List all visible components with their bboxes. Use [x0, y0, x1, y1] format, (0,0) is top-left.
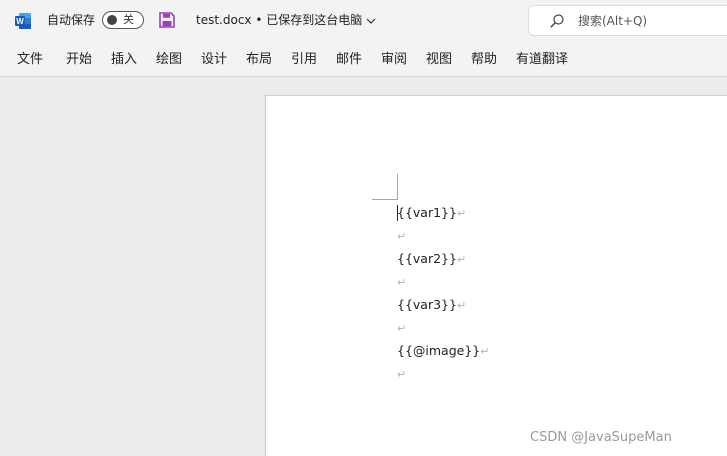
- margin-corner-mark: [397, 174, 398, 200]
- paragraph[interactable]: {{var3}}↵: [397, 297, 466, 314]
- tab-view[interactable]: 视图: [426, 52, 452, 68]
- paragraph[interactable]: ↵: [397, 274, 406, 291]
- title-bar: W 自动保存 关 test.docx • 已保存到这台电脑 搜索(Alt+Q): [0, 0, 727, 42]
- paragraph[interactable]: {{var1}}↵: [397, 205, 466, 222]
- paragraph-mark-icon: ↵: [397, 230, 407, 243]
- search-box[interactable]: 搜索(Alt+Q): [528, 5, 727, 36]
- paragraph[interactable]: {{@image}}↵: [397, 343, 489, 360]
- paragraph-mark-icon: ↵: [397, 368, 407, 381]
- ribbon-tabs: 文件 开始 插入 绘图 设计 布局 引用 邮件 审阅 视图 帮助 有道翻译: [0, 42, 727, 77]
- tab-file[interactable]: 文件: [17, 52, 43, 68]
- tab-home[interactable]: 开始: [66, 52, 92, 68]
- paragraph-mark-icon: ↵: [456, 253, 467, 266]
- text-cursor: [397, 205, 398, 221]
- paragraph-text: {{var2}}: [397, 251, 457, 266]
- paragraph[interactable]: ↵: [397, 320, 406, 337]
- paragraph[interactable]: ↵: [397, 228, 406, 245]
- paragraph[interactable]: ↵: [397, 366, 406, 383]
- paragraph-mark-icon: ↵: [480, 345, 490, 358]
- word-app-icon: W: [15, 13, 31, 29]
- tab-youdao-translate[interactable]: 有道翻译: [516, 52, 568, 68]
- paragraph[interactable]: {{var2}}↵: [397, 251, 466, 268]
- tab-insert[interactable]: 插入: [111, 52, 137, 68]
- search-icon: [550, 14, 564, 28]
- paragraph-mark-icon: ↵: [397, 276, 407, 289]
- paragraph-mark-icon: ↵: [456, 207, 467, 220]
- search-placeholder: 搜索(Alt+Q): [578, 14, 648, 28]
- paragraph-mark-icon: ↵: [456, 299, 467, 312]
- tab-mailings[interactable]: 邮件: [336, 52, 362, 68]
- autosave-toggle[interactable]: 关: [102, 11, 144, 29]
- tab-references[interactable]: 引用: [291, 52, 317, 68]
- tab-review[interactable]: 审阅: [381, 52, 407, 68]
- tab-help[interactable]: 帮助: [471, 52, 497, 68]
- tab-design[interactable]: 设计: [201, 52, 227, 68]
- paragraph-mark-icon: ↵: [397, 322, 407, 335]
- save-icon[interactable]: [158, 11, 176, 29]
- tab-draw[interactable]: 绘图: [156, 52, 182, 68]
- watermark: CSDN @JavaSupeMan: [530, 430, 672, 445]
- document-title[interactable]: test.docx • 已保存到这台电脑: [196, 12, 376, 28]
- margin-corner-mark: [372, 199, 398, 200]
- autosave-state: 关: [123, 13, 134, 26]
- autosave-label: 自动保存: [47, 13, 96, 27]
- svg-text:W: W: [16, 17, 24, 26]
- paragraph-text: {{var3}}: [397, 297, 457, 312]
- tab-layout[interactable]: 布局: [246, 52, 272, 68]
- document-title-text: test.docx • 已保存到这台电脑: [196, 13, 363, 27]
- paragraph-text: {{var1}}: [397, 205, 457, 220]
- chevron-down-icon: [366, 18, 376, 24]
- toggle-knob: [107, 15, 117, 25]
- document-page[interactable]: [265, 95, 727, 456]
- paragraph-text: {{@image}}: [397, 343, 481, 358]
